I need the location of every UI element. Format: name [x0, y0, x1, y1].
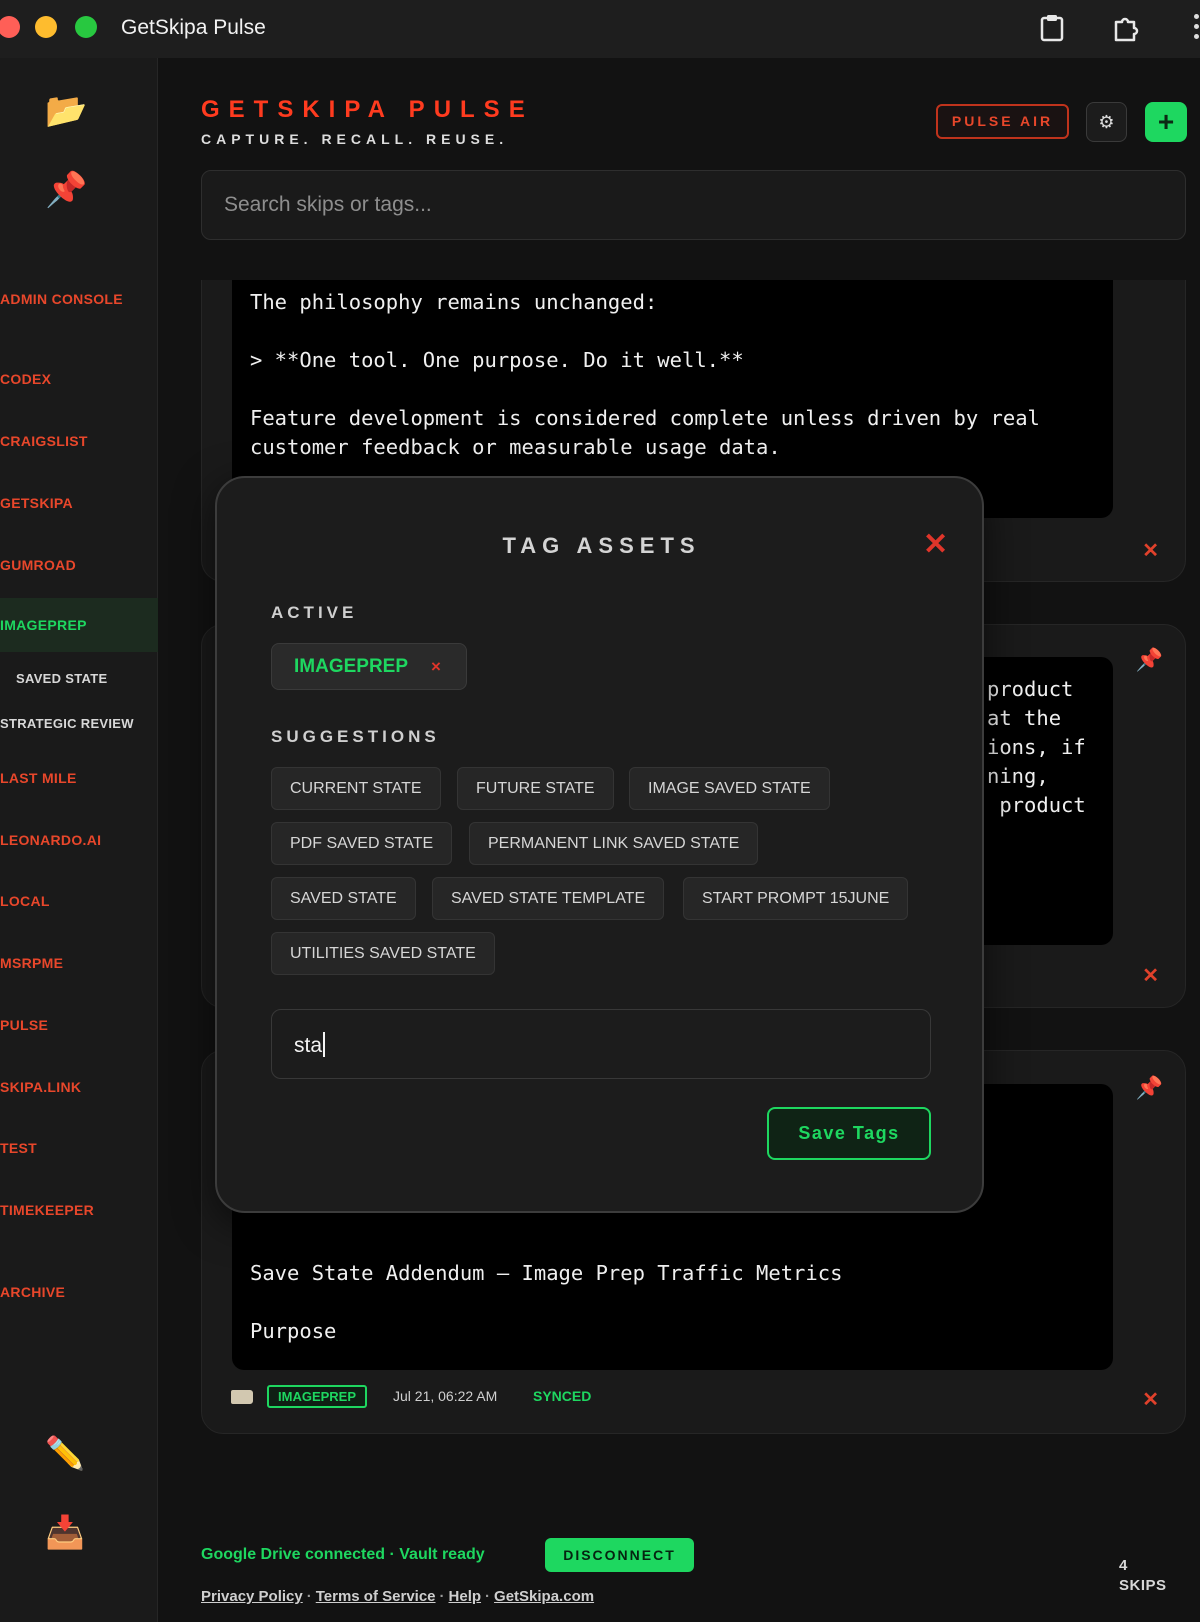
sidebar-item-imageprep[interactable]: IMAGEPREP [0, 598, 158, 652]
suggestions-label: SUGGESTIONS [271, 727, 440, 746]
skips-counter: 4 SKIPS [1119, 1556, 1167, 1596]
sidebar-item-getskipa[interactable]: GETSKIPA [0, 494, 158, 512]
save-tags-button[interactable]: Save Tags [767, 1107, 931, 1160]
pin-icon[interactable]: 📌 [45, 170, 87, 210]
sidebar-item-timekeeper[interactable]: TIMEKEEPER [0, 1201, 158, 1219]
sync-status: SYNCED [533, 1388, 592, 1404]
delete-skip-icon[interactable]: ✕ [1142, 538, 1159, 563]
getskipa-site-link[interactable]: GetSkipa.com [494, 1588, 594, 1605]
sidebar-item-test[interactable]: TEST [0, 1139, 158, 1157]
title-bar: GetSkipa Pulse [0, 0, 1200, 58]
folder-icon[interactable]: 📂 [45, 91, 87, 131]
privacy-policy-link[interactable]: Privacy Policy [201, 1588, 303, 1605]
modal-title: TAG ASSETS [502, 533, 701, 558]
drive-status: Google Drive connected · Vault ready [201, 1546, 485, 1563]
footer-links: Privacy Policy · Terms of Service · Help · Get… [201, 1588, 595, 1605]
skip-card-text: Save State Addendum — Image Prep Traffic… [250, 1261, 843, 1343]
sidebar-item-msrpme[interactable]: MSRPME [0, 954, 158, 972]
pencil-icon[interactable]: ✏️ [45, 1433, 85, 1473]
window-minimize-button[interactable] [35, 16, 57, 38]
settings-button[interactable]: ⚙ [1086, 102, 1127, 142]
active-tags-label: ACTIVE [271, 603, 358, 622]
suggestion-chip[interactable]: SAVED STATE [271, 877, 416, 920]
suggestion-chip[interactable]: CURRENT STATE [271, 767, 441, 810]
skips-count-label: SKIPS [1119, 1577, 1167, 1594]
terms-of-service-link[interactable]: Terms of Service [316, 1588, 436, 1605]
sidebar-item-skipa-link[interactable]: SKIPA.LINK [0, 1078, 158, 1096]
window-zoom-button[interactable] [75, 16, 97, 38]
extension-puzzle-icon[interactable] [1110, 12, 1142, 44]
delete-skip-icon[interactable]: ✕ [1142, 963, 1159, 988]
sidebar-subitem-strategic-review[interactable]: STRATEGIC REVIEW [0, 716, 134, 731]
brand-tagline: CAPTURE. RECALL. REUSE. [201, 131, 509, 147]
sidebar-item-archive[interactable]: ARCHIVE [0, 1283, 158, 1301]
help-link[interactable]: Help [449, 1588, 482, 1605]
inbox-download-icon[interactable]: 📥 [45, 1512, 85, 1552]
sidebar-item-craigslist[interactable]: CRAIGSLIST [0, 432, 158, 450]
window-title: GetSkipa Pulse [121, 16, 266, 39]
sidebar-item-local[interactable]: LOCAL [0, 892, 158, 910]
plus-icon: + [1157, 106, 1175, 137]
pin-skip-icon[interactable]: 📌 [1136, 1075, 1163, 1101]
suggestion-chip[interactable]: FUTURE STATE [457, 767, 614, 810]
delete-skip-icon[interactable]: ✕ [1142, 1387, 1159, 1412]
tag-icon[interactable] [231, 1390, 253, 1404]
pulse-air-button[interactable]: PULSE AIR [936, 104, 1069, 139]
sidebar-item-pulse[interactable]: PULSE [0, 1016, 158, 1034]
sidebar-item-codex[interactable]: CODEX [0, 370, 158, 388]
skip-card-text: product at the ions, if ning, product [987, 677, 1086, 817]
active-tag-chip: IMAGEPREP × [271, 643, 467, 690]
pin-skip-icon[interactable]: 📌 [1136, 647, 1163, 673]
clipboard-icon[interactable] [1036, 12, 1068, 44]
search-input[interactable]: Search skips or tags... [201, 170, 1186, 240]
window-close-button[interactable] [0, 16, 20, 38]
close-modal-icon[interactable]: ✕ [923, 530, 948, 560]
suggestion-chip[interactable]: UTILITIES SAVED STATE [271, 932, 495, 975]
sidebar-item-last-mile[interactable]: LAST MILE [0, 769, 158, 787]
sidebar-item-gumroad[interactable]: GUMROAD [0, 556, 158, 574]
sidebar-subitem-saved-state[interactable]: SAVED STATE [16, 671, 107, 686]
sidebar-item-admin-console[interactable]: ADMIN CONSOLE [0, 290, 158, 308]
suggestion-chip[interactable]: START PROMPT 15JUNE [683, 877, 909, 920]
add-skip-button[interactable]: + [1145, 102, 1187, 142]
suggestion-chip[interactable]: PERMANENT LINK SAVED STATE [469, 822, 759, 865]
gear-icon: ⚙ [1098, 112, 1115, 132]
tag-input-value: sta [294, 1034, 323, 1057]
suggestion-chip[interactable]: SAVED STATE TEMPLATE [432, 877, 665, 920]
tag-assets-modal: TAG ASSETS ✕ ACTIVE IMAGEPREP × SUGGESTI… [215, 476, 984, 1213]
text-caret [323, 1032, 326, 1057]
suggestion-chip[interactable]: PDF SAVED STATE [271, 822, 453, 865]
brand-title: GETSKIPA PULSE [201, 96, 534, 123]
skips-count-value: 4 [1119, 1557, 1128, 1574]
skip-timestamp: Jul 21, 06:22 AM [393, 1388, 498, 1404]
more-menu-icon[interactable] [1194, 14, 1200, 44]
suggestion-chip[interactable]: IMAGE SAVED STATE [629, 767, 830, 810]
tag-input-field[interactable]: sta [271, 1009, 931, 1079]
disconnect-button[interactable]: DISCONNECT [545, 1538, 694, 1572]
skip-tag-badge[interactable]: IMAGEPREP [267, 1385, 368, 1408]
sidebar-item-leonardo-ai[interactable]: LEONARDO.AI [0, 831, 158, 849]
active-tag-label: IMAGEPREP [294, 656, 409, 677]
remove-tag-icon[interactable]: × [431, 644, 441, 689]
